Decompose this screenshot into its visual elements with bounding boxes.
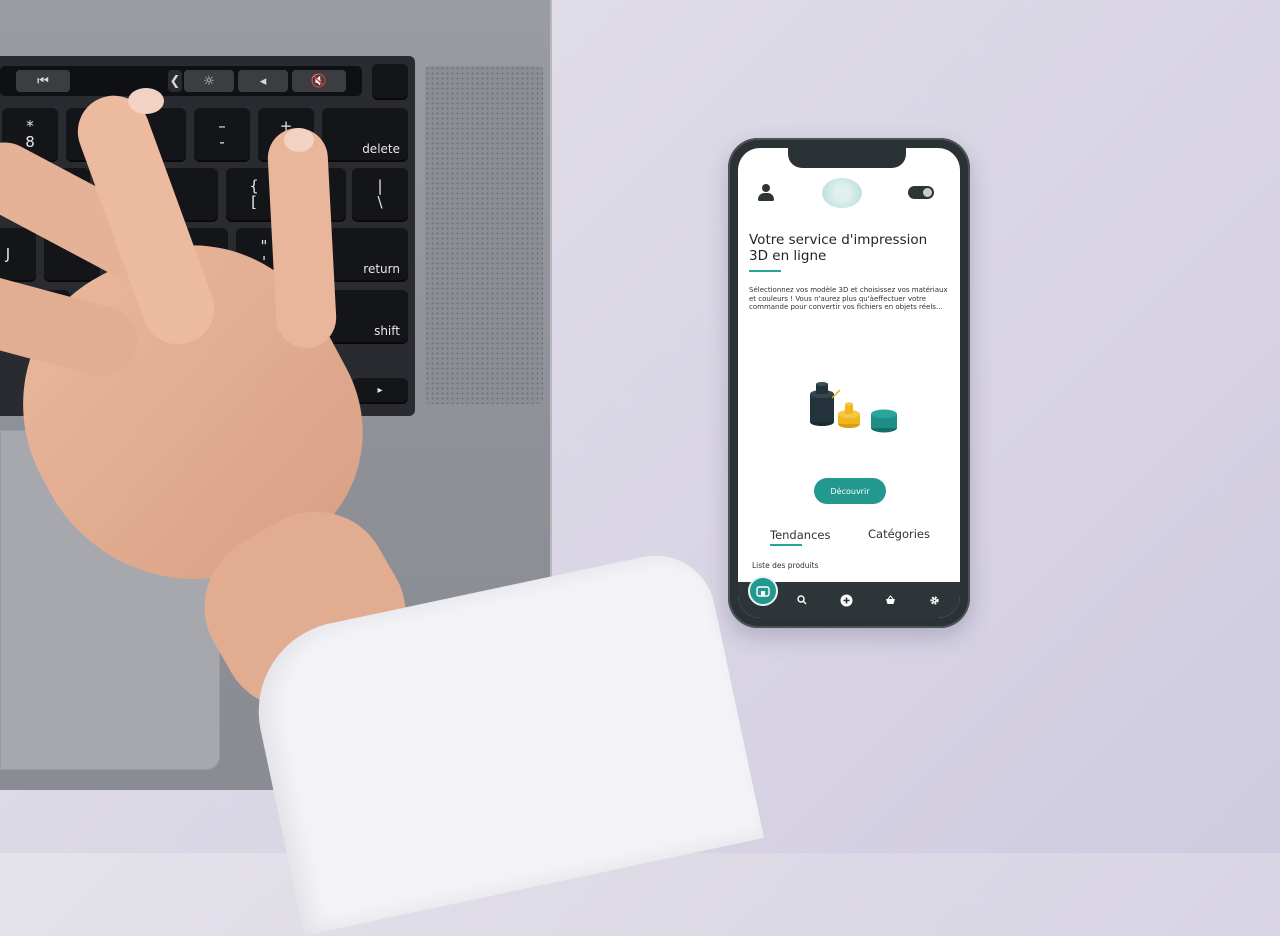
- tab-categories[interactable]: Catégories: [868, 527, 930, 541]
- user-icon[interactable]: [758, 184, 774, 202]
- yellow-shape-knob-top: [845, 402, 853, 406]
- search-glyph: [797, 595, 807, 605]
- brand-logo[interactable]: [822, 178, 862, 208]
- hero-description: Sélectionnez vos modèle 3D et choisissez…: [749, 286, 948, 312]
- smartphone: Votre service d'impression 3D en ligne S…: [728, 138, 970, 628]
- fingernail: [128, 88, 164, 114]
- discover-button[interactable]: Découvrir: [814, 478, 886, 504]
- scene: ⏮ ❮ ☼ ◂ 🔇 * 8 ( 9 – - + =: [0, 0, 1280, 936]
- gear-glyph: [929, 595, 939, 605]
- home-icon[interactable]: [748, 576, 778, 606]
- bottom-navigation: [738, 576, 960, 618]
- toggle-knob: [923, 188, 932, 197]
- add-glyph: [840, 594, 852, 606]
- settings-icon[interactable]: [926, 592, 942, 608]
- theme-toggle[interactable]: [908, 186, 934, 199]
- product-list-label: Liste des produits: [752, 561, 819, 570]
- user-icon-body: [758, 193, 774, 201]
- basket-glyph: [885, 595, 895, 604]
- shop-icon: [756, 586, 770, 597]
- search-icon[interactable]: [794, 592, 810, 608]
- active-tab-indicator: [770, 544, 802, 546]
- title-underline: [749, 270, 781, 272]
- phone-screen: Votre service d'impression 3D en ligne S…: [738, 148, 960, 618]
- fingernail: [284, 128, 314, 152]
- add-icon[interactable]: [838, 592, 854, 608]
- user-icon-head: [762, 184, 770, 192]
- dark-bottle-cap: [816, 382, 828, 386]
- basket-icon[interactable]: [882, 592, 898, 608]
- tab-tendances[interactable]: Tendances: [770, 528, 830, 542]
- hero-title: Votre service d'impression 3D en ligne: [749, 232, 928, 264]
- 3d-objects-illustration: [810, 382, 897, 433]
- teal-shape-top: [871, 409, 897, 419]
- phone-notch: [788, 148, 906, 168]
- index-finger: [266, 126, 338, 350]
- dark-bottle: [810, 394, 834, 422]
